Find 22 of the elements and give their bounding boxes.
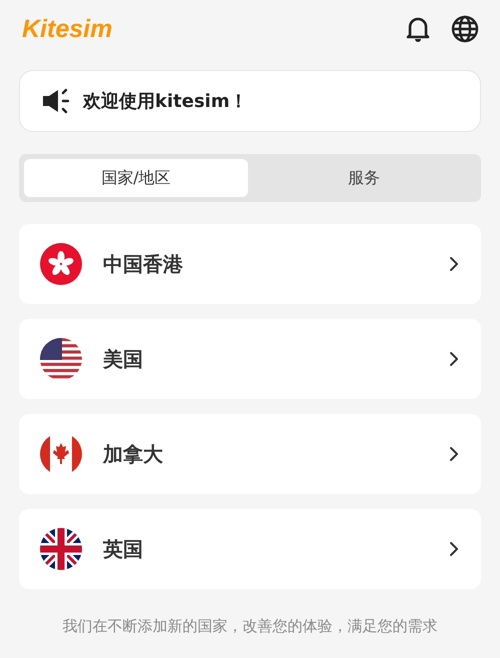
- chevron-right-icon: [449, 256, 459, 272]
- region-card[interactable]: 加拿大: [19, 414, 481, 494]
- app-logo: Kitesim: [22, 14, 112, 42]
- region-name: 中国香港: [103, 250, 184, 278]
- tab[interactable]: 国家/地区: [24, 159, 248, 197]
- flag-icon: [40, 338, 82, 380]
- chevron-right-icon: [449, 351, 459, 367]
- chevron-right-icon: [449, 446, 459, 462]
- globe-icon[interactable]: [451, 15, 479, 43]
- region-name: 美国: [103, 346, 144, 372]
- chevron-right-icon: [449, 541, 459, 557]
- bell-icon[interactable]: [405, 15, 431, 43]
- tab[interactable]: 服务: [252, 159, 476, 197]
- region-card[interactable]: 中国香港: [19, 224, 481, 304]
- region-card[interactable]: 美国: [19, 319, 481, 399]
- flag-icon: [40, 243, 82, 285]
- region-name: 加拿大: [103, 440, 164, 468]
- footer-note: 我们在不断添加新的国家，改善您的体验，满足您的需求: [62, 617, 438, 636]
- flag-icon: [40, 528, 82, 570]
- welcome-message: 欢迎使用kitesim！: [83, 90, 248, 113]
- region-name: 英国: [103, 536, 144, 562]
- region-card[interactable]: 英国: [19, 509, 481, 589]
